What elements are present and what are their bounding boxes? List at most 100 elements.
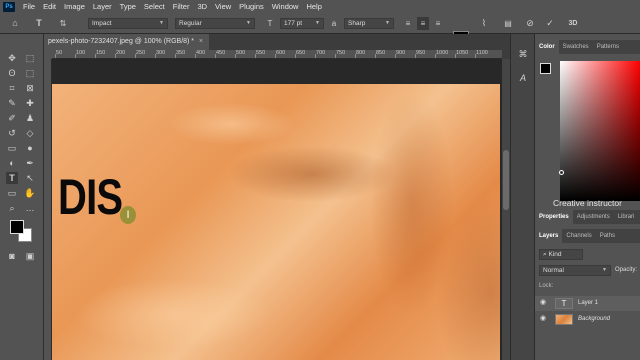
color-picker-handle[interactable]: [559, 170, 564, 175]
ruler-tick: [175, 54, 176, 58]
dodge-tool-icon[interactable]: ◐: [6, 157, 18, 169]
chevron-down-icon: ▼: [602, 267, 607, 273]
ruler-tick: [455, 54, 456, 58]
home-icon[interactable]: ⌂: [8, 17, 22, 30]
eyedropper-tool-icon[interactable]: ✎: [6, 97, 18, 109]
document-tab[interactable]: pexels-photo-7232407.jpeg @ 100% (RGB/8)…: [44, 34, 209, 50]
layer-row[interactable]: ◉ T Layer 1: [535, 296, 640, 311]
3d-button[interactable]: 3D: [566, 17, 580, 30]
hand-tool-icon[interactable]: ✋: [24, 187, 36, 199]
color-panel-tabs: Color Swatches Patterns: [535, 40, 640, 54]
screen-mode-icon[interactable]: ▣: [24, 250, 36, 262]
menu-plugins[interactable]: Plugins: [235, 2, 268, 11]
blend-mode-dropdown[interactable]: Normal ▼: [539, 265, 611, 276]
eraser-tool-icon[interactable]: ◇: [24, 127, 36, 139]
menu-filter[interactable]: Filter: [169, 2, 194, 11]
stamp-tool-icon[interactable]: ♟: [24, 112, 36, 124]
canvas-image[interactable]: DIS I: [52, 84, 500, 360]
canvas-text-layer[interactable]: DIS: [58, 172, 123, 222]
menu-file[interactable]: File: [19, 2, 39, 11]
lasso-tool-icon[interactable]: ʘ: [6, 67, 18, 79]
cancel-icon[interactable]: ⊘: [524, 17, 536, 30]
properties-panel-tabs: Properties Adjustments Librari: [535, 210, 640, 224]
frame-tool-icon[interactable]: ⊠: [24, 82, 36, 94]
layers-panel-tabs: Layers Channels Paths: [535, 229, 640, 243]
font-style-dropdown[interactable]: Regular ▼: [175, 18, 255, 29]
eye-icon[interactable]: ◉: [540, 299, 548, 307]
chevron-down-icon: ▼: [246, 20, 251, 26]
ruler-tick-label: 400: [196, 50, 206, 56]
more-tools-icon[interactable]: …: [24, 202, 36, 214]
font-size-dropdown[interactable]: 177 pt ▼: [280, 18, 324, 29]
font-family-dropdown[interactable]: Impact ▼: [88, 18, 168, 29]
blend-mode-value: Normal: [543, 267, 564, 274]
gradient-tool-icon[interactable]: ▭: [6, 142, 18, 154]
color-picker-field[interactable]: [560, 61, 640, 201]
text-orientation-icon[interactable]: ⇅: [56, 17, 70, 30]
ruler-tick: [135, 54, 136, 58]
panel-foreground-swatch[interactable]: [540, 63, 551, 74]
commit-check-icon[interactable]: ✓: [544, 17, 556, 30]
tab-patterns[interactable]: Patterns: [593, 40, 623, 54]
character-panel-icon[interactable]: ▤: [502, 17, 514, 30]
vertical-ruler[interactable]: [44, 59, 52, 360]
font-size-value: 177 pt: [284, 20, 303, 27]
ruler-tick-label: 1000: [436, 50, 449, 56]
warp-text-icon[interactable]: ⌇: [478, 17, 490, 30]
object-select-tool-icon[interactable]: ⬚: [24, 67, 36, 79]
tab-color[interactable]: Color: [535, 40, 559, 54]
artboard-tool-icon[interactable]: ⬚: [24, 52, 36, 64]
history-brush-icon[interactable]: ↺: [6, 127, 18, 139]
foreground-color-swatch[interactable]: [10, 220, 24, 234]
scrollbar-thumb[interactable]: [503, 150, 509, 210]
tab-libraries[interactable]: Librari: [614, 210, 639, 224]
align-left-icon[interactable]: ≡: [402, 17, 414, 30]
quick-mask-icon[interactable]: ◙: [6, 250, 18, 262]
menu-3d[interactable]: 3D: [193, 2, 211, 11]
healing-brush-icon[interactable]: ✚: [24, 97, 36, 109]
menu-type[interactable]: Type: [116, 2, 140, 11]
chevron-down-icon: ▼: [315, 20, 320, 26]
type-tool-icon[interactable]: T: [6, 172, 18, 184]
options-bar: ⌂ T ⇅ Impact ▼ Regular ▼ T 177 pt ▼ a Sharp…: [0, 13, 640, 42]
tab-properties[interactable]: Properties: [535, 210, 573, 224]
layer-row[interactable]: ◉ Background: [535, 312, 640, 327]
tab-adjustments[interactable]: Adjustments: [573, 210, 614, 224]
tab-swatches[interactable]: Swatches: [559, 40, 593, 54]
ruler-tick: [235, 54, 236, 58]
menu-layer[interactable]: Layer: [89, 2, 116, 11]
type-tool-preset-icon[interactable]: T: [32, 17, 46, 30]
crop-tool-icon[interactable]: ⌗: [6, 82, 18, 94]
move-tool-icon[interactable]: ✥: [6, 52, 18, 64]
menu-window[interactable]: Window: [268, 2, 303, 11]
rectangle-tool-icon[interactable]: ▭: [6, 187, 18, 199]
brush-tool-icon[interactable]: ✐: [6, 112, 18, 124]
antialias-icon: a: [331, 19, 337, 28]
eye-icon[interactable]: ◉: [540, 315, 548, 323]
tab-layers[interactable]: Layers: [535, 229, 563, 243]
layer-kind-filter[interactable]: ⌕ Kind: [539, 249, 583, 260]
ruler-tick-label: 200: [116, 50, 126, 56]
align-right-icon[interactable]: ≡: [432, 17, 444, 30]
libraries-icon[interactable]: ⌘: [517, 48, 529, 60]
path-select-tool-icon[interactable]: ↖: [24, 172, 36, 184]
close-icon[interactable]: ×: [199, 34, 203, 50]
menu-image[interactable]: Image: [60, 2, 89, 11]
horizontal-ruler[interactable]: 50 100 150 200 250 300 350 400 450 500 550 600 650 70…: [52, 50, 502, 59]
antialias-dropdown[interactable]: Sharp ▼: [344, 18, 394, 29]
align-center-icon[interactable]: ≡: [417, 17, 429, 30]
ruler-tick: [335, 54, 336, 58]
zoom-tool-icon[interactable]: ⌕: [6, 202, 18, 214]
glyphs-icon[interactable]: A: [517, 72, 529, 84]
layer-name: Layer 1: [578, 300, 599, 306]
ruler-tick: [55, 54, 56, 58]
pen-tool-icon[interactable]: ✒: [24, 157, 36, 169]
tab-channels[interactable]: Channels: [562, 229, 595, 243]
font-style-value: Regular: [179, 20, 202, 27]
blur-tool-icon[interactable]: ●: [24, 142, 36, 154]
menu-view[interactable]: View: [211, 2, 235, 11]
tab-paths[interactable]: Paths: [596, 229, 619, 243]
menu-edit[interactable]: Edit: [39, 2, 60, 11]
menu-help[interactable]: Help: [302, 2, 325, 11]
menu-select[interactable]: Select: [140, 2, 169, 11]
